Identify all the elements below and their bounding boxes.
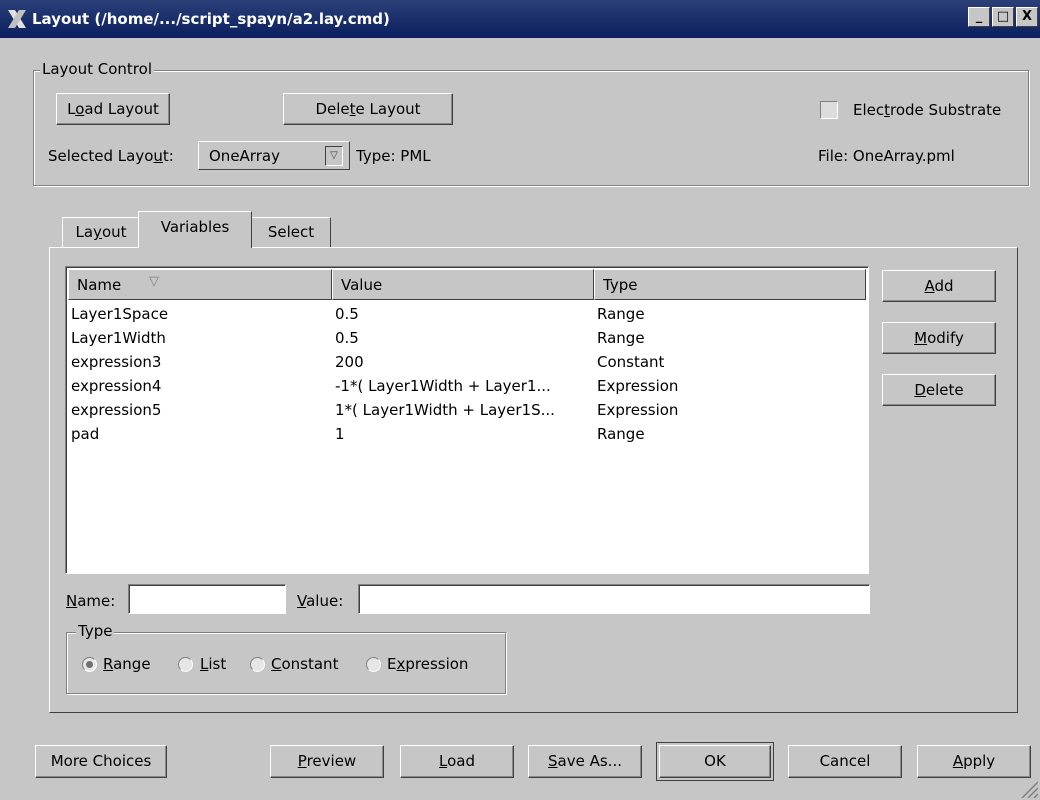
- ok-button[interactable]: OK: [656, 742, 774, 781]
- expression-radio[interactable]: [366, 657, 381, 672]
- expression-radio-label[interactable]: Expression: [387, 655, 468, 673]
- resize-grip-icon[interactable]: [1018, 780, 1038, 798]
- electrode-substrate-checkbox[interactable]: [820, 101, 838, 119]
- table-row[interactable]: expression5 1*( Layer1Width + Layer1S...…: [66, 401, 866, 425]
- constant-radio[interactable]: [250, 657, 265, 672]
- value-input[interactable]: [358, 584, 870, 614]
- table-row[interactable]: Layer1Width 0.5 Range: [66, 329, 866, 353]
- load-layout-button[interactable]: Load Layout: [56, 93, 170, 125]
- column-header-name[interactable]: Name ▽: [68, 269, 332, 300]
- column-header-type[interactable]: Type: [594, 269, 866, 300]
- selected-layout-combo[interactable]: OneArray ▽: [198, 141, 350, 170]
- table-row[interactable]: pad 1 Range: [66, 425, 866, 449]
- tab-layout[interactable]: Layout: [62, 217, 140, 247]
- name-label: Name:: [66, 592, 116, 610]
- table-row[interactable]: expression4 -1*( Layer1Width + Layer1...…: [66, 377, 866, 401]
- delete-layout-button[interactable]: Delete Layout: [283, 93, 453, 125]
- range-radio-label[interactable]: Range: [103, 655, 151, 673]
- chevron-down-icon[interactable]: ▽: [325, 146, 343, 166]
- constant-radio-label[interactable]: Constant: [271, 655, 338, 673]
- layout-control-group: [33, 70, 1029, 186]
- x-logo-icon: [8, 10, 26, 28]
- sort-descending-icon: ▽: [149, 274, 159, 289]
- table-row[interactable]: expression3 200 Constant: [66, 353, 866, 377]
- add-button[interactable]: Add: [882, 270, 996, 302]
- range-radio[interactable]: [82, 657, 97, 672]
- more-choices-button[interactable]: More Choices: [35, 745, 167, 778]
- title-bar[interactable]: Layout (/home/.../script_spayn/a2.lay.cm…: [0, 0, 1040, 38]
- modify-button[interactable]: Modify: [882, 322, 996, 354]
- cancel-button[interactable]: Cancel: [788, 745, 902, 778]
- selected-layout-value: OneArray: [209, 147, 280, 165]
- layout-control-legend: Layout Control: [40, 60, 154, 78]
- list-radio-label[interactable]: List: [200, 655, 226, 673]
- electrode-substrate-label: Electrode Substrate: [853, 101, 1002, 119]
- layout-file-text: File: OneArray.pml: [818, 147, 955, 165]
- close-button[interactable]: X: [1016, 7, 1038, 27]
- name-input[interactable]: [128, 584, 286, 614]
- value-label: Value:: [297, 592, 344, 610]
- preview-button[interactable]: Preview: [270, 745, 384, 778]
- list-radio[interactable]: [178, 657, 193, 672]
- tab-select[interactable]: Select: [251, 217, 331, 247]
- tab-variables[interactable]: Variables: [138, 211, 252, 248]
- table-row[interactable]: Layer1Space 0.5 Range: [66, 305, 866, 329]
- maximize-button[interactable]: □: [992, 7, 1014, 27]
- variables-table[interactable]: Name ▽ Value Type Layer1Space 0.5 Range …: [65, 266, 869, 574]
- delete-button[interactable]: Delete: [882, 374, 996, 406]
- layout-type-text: Type: PML: [356, 147, 431, 165]
- type-legend: Type: [76, 622, 115, 640]
- window-title: Layout (/home/.../script_spayn/a2.lay.cm…: [32, 10, 390, 28]
- save-as-button[interactable]: Save As...: [528, 745, 642, 778]
- apply-button[interactable]: Apply: [917, 745, 1031, 778]
- selected-layout-label: Selected Layout:: [48, 147, 174, 165]
- load-button[interactable]: Load: [400, 745, 514, 778]
- minimize-button[interactable]: _: [968, 7, 990, 27]
- column-header-value[interactable]: Value: [332, 269, 594, 300]
